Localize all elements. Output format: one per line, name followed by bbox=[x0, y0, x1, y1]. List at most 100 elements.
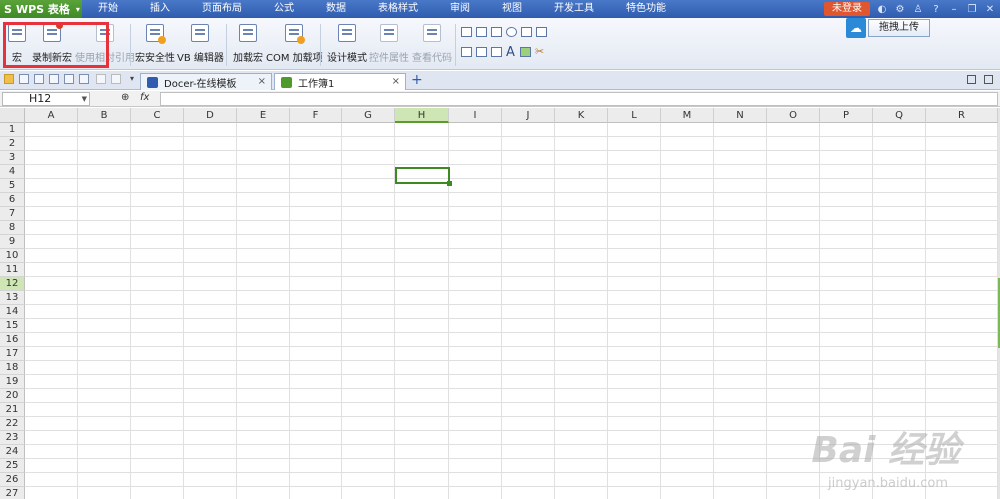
com-addins-button[interactable]: COM 加载项 bbox=[266, 24, 323, 64]
row-header[interactable]: 18 bbox=[0, 361, 25, 375]
row-header[interactable]: 15 bbox=[0, 319, 25, 333]
tab-workbook1[interactable]: 工作簿1 × bbox=[274, 73, 406, 90]
row-header[interactable]: 19 bbox=[0, 375, 25, 389]
row-header[interactable]: 21 bbox=[0, 403, 25, 417]
minimize-icon[interactable]: – bbox=[948, 4, 960, 15]
toggle-control-icon[interactable] bbox=[491, 47, 502, 57]
control-properties-button[interactable]: 控件属性 bbox=[369, 24, 409, 64]
combobox-control-icon[interactable] bbox=[536, 27, 547, 37]
column-header[interactable]: A bbox=[25, 108, 78, 123]
label-control-icon[interactable]: A bbox=[506, 45, 515, 60]
row-header[interactable]: 9 bbox=[0, 235, 25, 249]
row-header[interactable]: 20 bbox=[0, 389, 25, 403]
row-header[interactable]: 27 bbox=[0, 487, 25, 499]
help-icon[interactable]: ? bbox=[930, 4, 942, 15]
column-header[interactable]: P bbox=[820, 108, 873, 123]
column-header[interactable]: E bbox=[237, 108, 290, 123]
tab-docer-templates[interactable]: Docer-在线模板 × bbox=[140, 73, 272, 90]
row-header[interactable]: 4 bbox=[0, 165, 25, 179]
row-header[interactable]: 2 bbox=[0, 137, 25, 151]
menu-formulas[interactable]: 公式 bbox=[258, 0, 310, 18]
restore-icon[interactable]: ❐ bbox=[966, 4, 978, 15]
row-header[interactable]: 25 bbox=[0, 459, 25, 473]
menu-special[interactable]: 特色功能 bbox=[610, 0, 682, 18]
column-header[interactable]: G bbox=[342, 108, 395, 123]
textbox-control-icon[interactable] bbox=[476, 27, 487, 37]
row-header[interactable]: 13 bbox=[0, 291, 25, 305]
column-header[interactable]: C bbox=[131, 108, 184, 123]
menu-insert[interactable]: 插入 bbox=[134, 0, 186, 18]
option-button-icon[interactable] bbox=[506, 27, 517, 37]
menu-view[interactable]: 视图 bbox=[486, 0, 538, 18]
row-header[interactable]: 12 bbox=[0, 277, 25, 291]
row-header[interactable]: 24 bbox=[0, 445, 25, 459]
image-control-icon[interactable] bbox=[520, 47, 531, 57]
row-header[interactable]: 11 bbox=[0, 263, 25, 277]
spin-control-icon[interactable] bbox=[476, 47, 487, 57]
name-box[interactable]: H12 ▼ bbox=[2, 92, 90, 106]
column-header[interactable]: I bbox=[449, 108, 502, 123]
select-all-corner[interactable] bbox=[0, 108, 25, 123]
macro-security-button[interactable]: 宏安全性 bbox=[135, 24, 175, 64]
row-header[interactable]: 14 bbox=[0, 305, 25, 319]
column-header[interactable]: D bbox=[184, 108, 237, 123]
redo-icon[interactable] bbox=[111, 74, 121, 84]
row-header[interactable]: 1 bbox=[0, 123, 25, 137]
scrollbar-control-icon[interactable] bbox=[461, 47, 472, 57]
skin-icon[interactable]: ◐ bbox=[876, 4, 888, 15]
load-macro-button[interactable]: 加载宏 bbox=[233, 24, 263, 64]
menu-table-style[interactable]: 表格样式 bbox=[362, 0, 434, 18]
open-icon[interactable] bbox=[4, 74, 14, 84]
print-preview-icon[interactable] bbox=[49, 74, 59, 84]
upload-button[interactable]: ☁ 拖拽上传 bbox=[846, 18, 930, 38]
menu-data[interactable]: 数据 bbox=[310, 0, 362, 18]
undo-icon[interactable] bbox=[96, 74, 106, 84]
column-header[interactable]: B bbox=[78, 108, 131, 123]
row-header[interactable]: 22 bbox=[0, 417, 25, 431]
command-button-icon[interactable] bbox=[491, 27, 502, 37]
close-tab-icon[interactable]: × bbox=[392, 76, 400, 87]
column-header[interactable]: M bbox=[661, 108, 714, 123]
window-mode-icon[interactable] bbox=[984, 75, 993, 84]
menu-review[interactable]: 审阅 bbox=[434, 0, 486, 18]
export-icon[interactable] bbox=[64, 74, 74, 84]
function-icon[interactable]: fx bbox=[140, 92, 149, 103]
zoom-icon[interactable]: ⊕ bbox=[121, 92, 129, 103]
login-button[interactable]: 未登录 bbox=[824, 2, 870, 16]
view-code-button[interactable]: 查看代码 bbox=[412, 24, 452, 64]
row-header[interactable]: 16 bbox=[0, 333, 25, 347]
column-header[interactable]: N bbox=[714, 108, 767, 123]
find-icon[interactable] bbox=[79, 74, 89, 84]
save-icon[interactable] bbox=[19, 74, 29, 84]
column-header[interactable]: Q bbox=[873, 108, 926, 123]
settings-icon[interactable]: ⚙ bbox=[894, 4, 906, 15]
row-header[interactable]: 26 bbox=[0, 473, 25, 487]
row-header[interactable]: 8 bbox=[0, 221, 25, 235]
row-header[interactable]: 10 bbox=[0, 249, 25, 263]
print-icon[interactable] bbox=[34, 74, 44, 84]
row-header[interactable]: 23 bbox=[0, 431, 25, 445]
row-header[interactable]: 3 bbox=[0, 151, 25, 165]
vb-editor-button[interactable]: VB 编辑器 bbox=[177, 24, 224, 64]
chevron-down-icon[interactable]: ▼ bbox=[82, 93, 87, 105]
customize-arrow-icon[interactable]: ▾ bbox=[130, 74, 134, 83]
row-header[interactable]: 6 bbox=[0, 193, 25, 207]
app-logo-button[interactable]: S WPS 表格 ▾ bbox=[0, 0, 82, 18]
menu-page-layout[interactable]: 页面布局 bbox=[186, 0, 258, 18]
column-header[interactable]: O bbox=[767, 108, 820, 123]
row-header[interactable]: 17 bbox=[0, 347, 25, 361]
tab-list-icon[interactable] bbox=[967, 75, 976, 84]
close-icon[interactable]: ✕ bbox=[984, 4, 996, 15]
selected-cell[interactable] bbox=[395, 167, 452, 186]
menu-developer[interactable]: 开发工具 bbox=[538, 0, 610, 18]
listbox-control-icon[interactable] bbox=[521, 27, 532, 37]
column-header[interactable]: K bbox=[555, 108, 608, 123]
close-tab-icon[interactable]: × bbox=[258, 76, 266, 87]
more-controls-icon[interactable]: ✂ bbox=[535, 45, 544, 58]
row-header[interactable]: 7 bbox=[0, 207, 25, 221]
shirt-icon[interactable]: ♙ bbox=[912, 4, 924, 15]
checkbox-control-icon[interactable] bbox=[461, 27, 472, 37]
column-header[interactable]: H bbox=[395, 108, 449, 123]
design-mode-button[interactable]: 设计模式 bbox=[327, 24, 367, 64]
new-tab-button[interactable]: + bbox=[411, 72, 423, 88]
